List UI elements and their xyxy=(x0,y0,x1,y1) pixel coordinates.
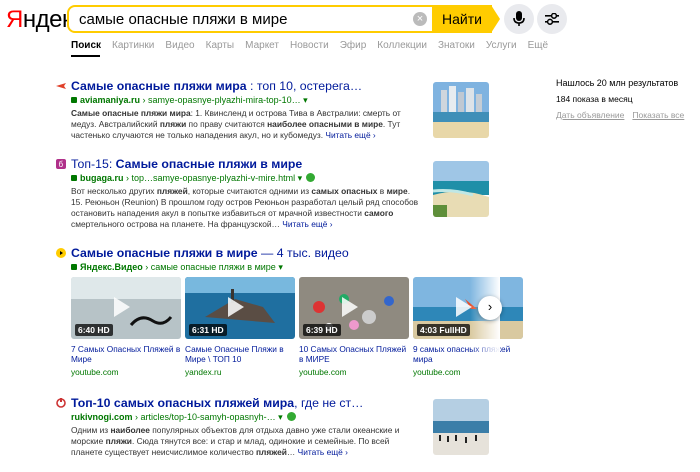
video-card[interactable]: 6:39 HD 10 Самых Опасных Пляжей в МИРЕ y… xyxy=(299,277,409,377)
tab-market[interactable]: Маркет xyxy=(245,40,279,51)
crowded-beach-image xyxy=(433,399,489,455)
lock-icon xyxy=(71,264,77,270)
video-title-link[interactable]: 10 Самых Опасных Пляжей в МИРЕ xyxy=(299,344,409,364)
play-icon xyxy=(114,297,130,317)
shows-per-month: 184 показа в месяц xyxy=(556,94,633,104)
search-result: Топ-10 самых опасных пляжей мира, где не… xyxy=(56,396,421,458)
play-icon xyxy=(228,297,244,317)
video-thumbnail[interactable]: 4:03 FullHD xyxy=(413,277,523,339)
result-snippet: Самые опасные пляжи мира: 1. Квинсленд и… xyxy=(71,108,401,140)
carousel-next-button[interactable]: › xyxy=(478,296,502,320)
read-more-link[interactable]: Читать ещё › xyxy=(325,130,375,140)
play-icon xyxy=(342,297,358,317)
result-thumbnail[interactable] xyxy=(433,399,489,455)
video-duration: 4:03 FullHD xyxy=(417,324,470,336)
video-source: youtube.com xyxy=(299,367,347,377)
video-result: Самые опасные пляжи в мире — 4 тыс. виде… xyxy=(56,246,349,273)
carousel-fade xyxy=(470,277,500,387)
airplane-favicon-icon xyxy=(56,83,66,89)
video-source: yandex.ru xyxy=(185,367,222,377)
result-title-link[interactable]: Топ-10 самых опасных пляжей мира, где не… xyxy=(71,396,421,410)
video-source: youtube.com xyxy=(71,367,119,377)
video-title-link[interactable]: 9 самых опасных пляжей мира xyxy=(413,344,523,364)
search-input[interactable] xyxy=(79,7,409,31)
video-title-link[interactable]: Самые Опасные Пляжи в Мире \ ТОП 10 xyxy=(185,344,295,364)
clear-search-button[interactable]: × xyxy=(413,12,427,26)
tab-experts[interactable]: Знатоки xyxy=(438,40,475,51)
result-title-link[interactable]: Топ-15: Самые опасные пляжи в мире xyxy=(71,157,421,171)
result-url[interactable]: bugaga.ru › top…samye-opasnye-plyazhi-v-… xyxy=(71,173,421,184)
advertise-link[interactable]: Дать объявление xyxy=(556,110,624,120)
tab-news[interactable]: Новости xyxy=(290,40,329,51)
sliders-icon xyxy=(545,13,559,25)
tab-services[interactable]: Услуги xyxy=(486,40,517,51)
find-button[interactable]: Найти xyxy=(432,5,492,33)
result-snippet: Вот несколько других пляжей, которые счи… xyxy=(71,186,419,229)
result-title-link[interactable]: Самые опасные пляжи в мире — 4 тыс. виде… xyxy=(71,246,349,260)
result-snippet: Одним из наиболее популярных объектов дл… xyxy=(71,425,400,457)
lock-icon xyxy=(71,97,77,103)
bugaga-favicon-icon: б xyxy=(56,159,66,169)
results-stats: Нашлось 20 млн результатов 184 показа в … xyxy=(556,75,692,123)
search-tabs: Поиск Картинки Видео Карты Маркет Новост… xyxy=(71,40,559,57)
read-more-link[interactable]: Читать ещё › xyxy=(282,219,332,229)
find-button-arrow xyxy=(491,5,500,33)
video-thumbnail[interactable]: 6:31 HD xyxy=(185,277,295,339)
lagoon-beach-image xyxy=(433,161,489,217)
tab-maps[interactable]: Карты xyxy=(206,40,235,51)
city-beach-image xyxy=(433,82,489,138)
search-settings-button[interactable] xyxy=(537,4,567,34)
microphone-icon xyxy=(513,11,525,26)
video-title-link[interactable]: 7 Самых Опасных Пляжей в Мире xyxy=(71,344,181,364)
video-duration: 6:40 HD xyxy=(75,324,113,336)
read-more-link[interactable]: Читать ещё › xyxy=(298,447,348,457)
results-count: Нашлось 20 млн результатов xyxy=(556,78,679,88)
voice-search-button[interactable] xyxy=(504,4,534,34)
lock-icon xyxy=(71,175,77,181)
tab-images[interactable]: Картинки xyxy=(112,40,154,51)
result-thumbnail[interactable] xyxy=(433,82,489,138)
video-card[interactable]: 4:03 FullHD 9 самых опасных пляжей мира … xyxy=(413,277,523,377)
result-url[interactable]: Яндекс.Видео › самые опасные пляжи в мир… xyxy=(71,262,349,273)
tab-collections[interactable]: Коллекции xyxy=(377,40,427,51)
verified-icon xyxy=(286,412,296,421)
video-duration: 6:31 HD xyxy=(189,324,227,336)
svg-text:б: б xyxy=(59,160,64,169)
search-result: Самые опасные пляжи мира : топ 10, остер… xyxy=(56,79,421,141)
result-url[interactable]: aviamaniya.ru › samye-opasnye-plyazhi-mi… xyxy=(71,95,421,106)
video-thumbnail[interactable]: 6:40 HD xyxy=(71,277,181,339)
show-all-link[interactable]: Показать все xyxy=(632,110,684,120)
tab-efir[interactable]: Эфир xyxy=(340,40,367,51)
video-carousel: 6:40 HD 7 Самых Опасных Пляжей в Мире yo… xyxy=(71,277,527,377)
tab-more[interactable]: Ещё xyxy=(528,40,548,51)
search-result: б Топ-15: Самые опасные пляжи в мире bug… xyxy=(56,157,421,230)
video-card[interactable]: 6:40 HD 7 Самых Опасных Пляжей в Мире yo… xyxy=(71,277,181,377)
rukivnogi-favicon-icon xyxy=(56,398,66,408)
video-duration: 6:39 HD xyxy=(303,324,341,336)
video-source: youtube.com xyxy=(413,367,461,377)
video-thumbnail[interactable]: 6:39 HD xyxy=(299,277,409,339)
search-box: × xyxy=(67,5,489,33)
tab-video[interactable]: Видео xyxy=(165,40,194,51)
active-tab-underline xyxy=(71,55,100,57)
tab-search[interactable]: Поиск xyxy=(71,40,101,51)
verified-icon xyxy=(306,173,316,182)
result-title-link[interactable]: Самые опасные пляжи мира : топ 10, остер… xyxy=(71,79,421,93)
play-favicon-icon xyxy=(56,248,66,258)
result-url[interactable]: rukivnogi.com › articles/top-10-samyh-op… xyxy=(71,412,421,423)
result-thumbnail[interactable] xyxy=(433,161,489,217)
video-card[interactable]: 6:31 HD Самые Опасные Пляжи в Мире \ ТОП… xyxy=(185,277,295,377)
